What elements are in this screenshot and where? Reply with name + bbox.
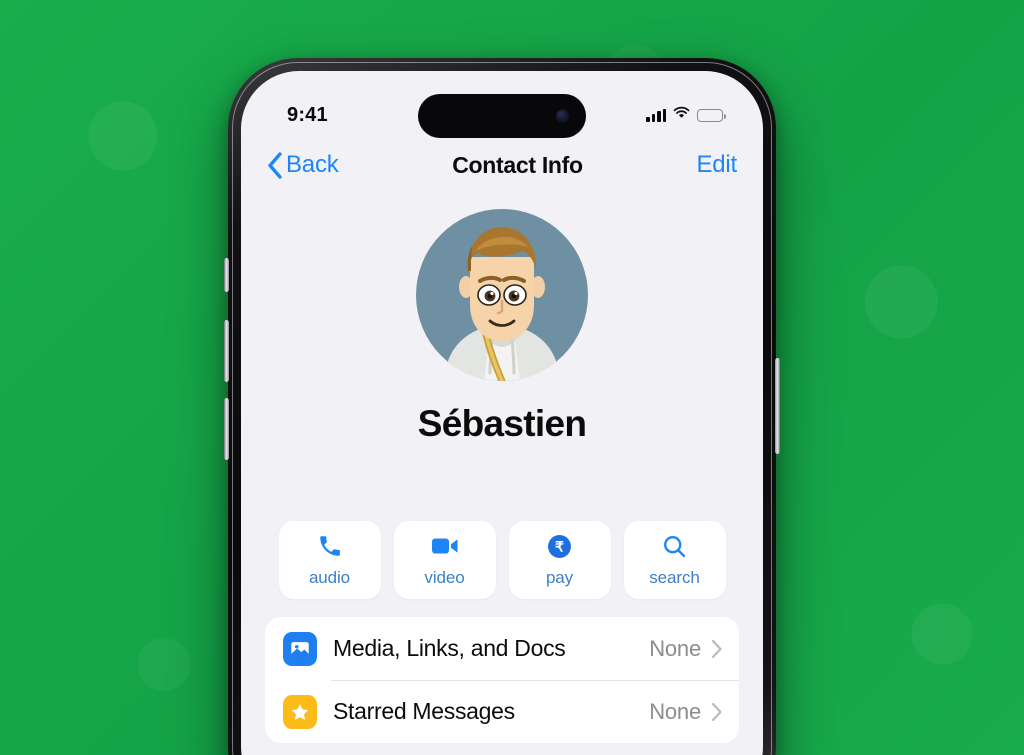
silent-switch[interactable] <box>224 258 229 292</box>
bitmoji-avatar-illustration <box>444 227 560 381</box>
volume-up-button[interactable] <box>224 320 229 382</box>
star-icon <box>283 694 317 729</box>
search-icon <box>662 532 687 560</box>
video-call-label: video <box>424 568 465 587</box>
photo-icon <box>283 631 317 666</box>
list-item-value: None <box>649 698 701 724</box>
pay-button[interactable]: ₹ pay <box>508 521 611 599</box>
rupee-circle-icon: ₹ <box>547 532 572 560</box>
list-item-value: None <box>649 635 701 661</box>
phone-screen: 9:41 Back Contact Info Edit Sébastien au… <box>241 71 763 755</box>
svg-text:₹: ₹ <box>555 538 564 554</box>
cellular-signal-icon <box>646 108 666 122</box>
action-buttons-row: audio video ₹ pay search <box>241 521 763 599</box>
pay-label: pay <box>545 568 574 587</box>
list-item-media-links-docs[interactable]: Media, Links, and Docs None <box>265 617 739 680</box>
search-label: search <box>649 568 700 587</box>
page-title: Contact Info <box>452 151 583 178</box>
chevron-right-icon <box>711 702 723 722</box>
status-time: 9:41 <box>287 103 328 126</box>
audio-call-label: audio <box>308 568 351 587</box>
info-list-card: Media, Links, and Docs None Starred Mess… <box>265 617 739 743</box>
phone-icon <box>317 532 343 560</box>
navigation-bar: Back Contact Info Edit <box>241 137 763 193</box>
chevron-right-icon <box>711 639 723 659</box>
list-item-starred-messages[interactable]: Starred Messages None <box>265 680 739 743</box>
wifi-icon <box>673 106 690 124</box>
chevron-left-icon <box>267 151 283 179</box>
list-item-label: Starred Messages <box>333 698 515 724</box>
iphone-device-frame: 9:41 Back Contact Info Edit Sébastien au… <box>224 58 780 755</box>
power-button[interactable] <box>775 358 780 454</box>
search-button[interactable]: search <box>623 521 726 599</box>
contact-name: Sébastien <box>417 403 587 444</box>
dynamic-island <box>418 94 586 138</box>
profile-section: Sébastien <box>241 209 763 445</box>
battery-icon <box>697 108 726 122</box>
audio-call-button[interactable]: audio <box>278 521 381 599</box>
front-camera-icon <box>556 109 569 123</box>
back-button[interactable]: Back <box>267 151 339 179</box>
volume-down-button[interactable] <box>224 398 229 460</box>
status-icons <box>646 106 726 124</box>
video-call-button[interactable]: video <box>393 521 496 599</box>
list-item-label: Media, Links, and Docs <box>333 635 566 661</box>
back-button-label: Back <box>286 151 339 178</box>
edit-button[interactable]: Edit <box>696 151 737 179</box>
video-camera-icon <box>431 532 459 560</box>
avatar[interactable] <box>416 209 588 381</box>
